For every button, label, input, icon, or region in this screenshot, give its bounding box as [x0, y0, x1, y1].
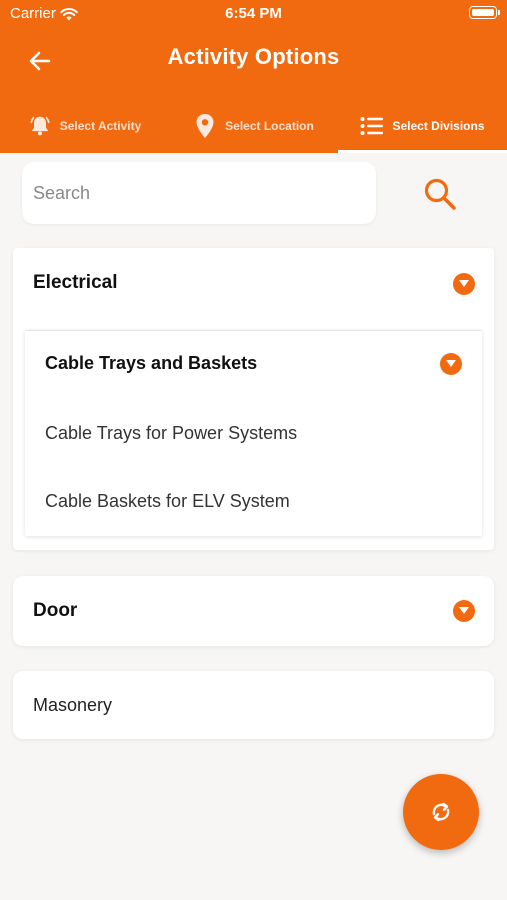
- division-card-masonry[interactable]: Masonery: [13, 671, 494, 739]
- sync-button[interactable]: [403, 774, 479, 850]
- tab-select-activity[interactable]: Select Activity: [0, 98, 169, 153]
- search-input[interactable]: [22, 162, 376, 224]
- page-title: Activity Options: [167, 44, 340, 69]
- tab-label: Select Activity: [59, 118, 142, 133]
- search-box: [22, 162, 376, 224]
- location-pin-icon: [193, 113, 217, 138]
- bell-icon: [28, 114, 52, 138]
- tab-label: Select Location: [225, 118, 314, 133]
- list-item[interactable]: Cable Trays for Power Systems: [45, 423, 297, 444]
- sync-icon: [432, 802, 450, 822]
- subdivision-card: Cable Trays and Baskets Cable Trays for …: [25, 330, 482, 536]
- chevron-down-icon: [459, 607, 469, 614]
- division-title: Electrical: [33, 272, 118, 293]
- search-button[interactable]: [420, 174, 460, 214]
- active-tab-indicator: [338, 150, 507, 153]
- subdivision-title: Cable Trays and Baskets: [45, 353, 258, 373]
- app-header: Carrier 6:54 PM Activity Options Select …: [0, 0, 507, 153]
- division-card-electrical: Electrical Cable Trays and Baskets Cable…: [13, 248, 494, 550]
- status-bar: Carrier 6:54 PM: [0, 0, 507, 28]
- chevron-down-icon: [446, 360, 456, 367]
- expand-toggle[interactable]: [453, 600, 475, 622]
- tab-label: Select Divisions: [392, 118, 485, 133]
- tab-bar: Select Activity Select Location Select D…: [0, 98, 507, 153]
- expand-toggle[interactable]: [453, 273, 475, 295]
- search-icon: [424, 178, 456, 210]
- tab-select-location[interactable]: Select Location: [169, 98, 338, 153]
- expand-toggle[interactable]: [440, 353, 462, 375]
- division-title: Masonery: [33, 695, 113, 715]
- clock: 6:54 PM: [225, 5, 282, 22]
- division-card-door[interactable]: Door: [13, 576, 494, 646]
- chevron-down-icon: [459, 280, 469, 287]
- battery-icon: [469, 6, 500, 19]
- list-icon: [360, 114, 384, 138]
- list-item[interactable]: Cable Baskets for ELV System: [45, 491, 290, 512]
- tab-select-divisions[interactable]: Select Divisions: [338, 98, 507, 153]
- division-title: Door: [33, 600, 78, 621]
